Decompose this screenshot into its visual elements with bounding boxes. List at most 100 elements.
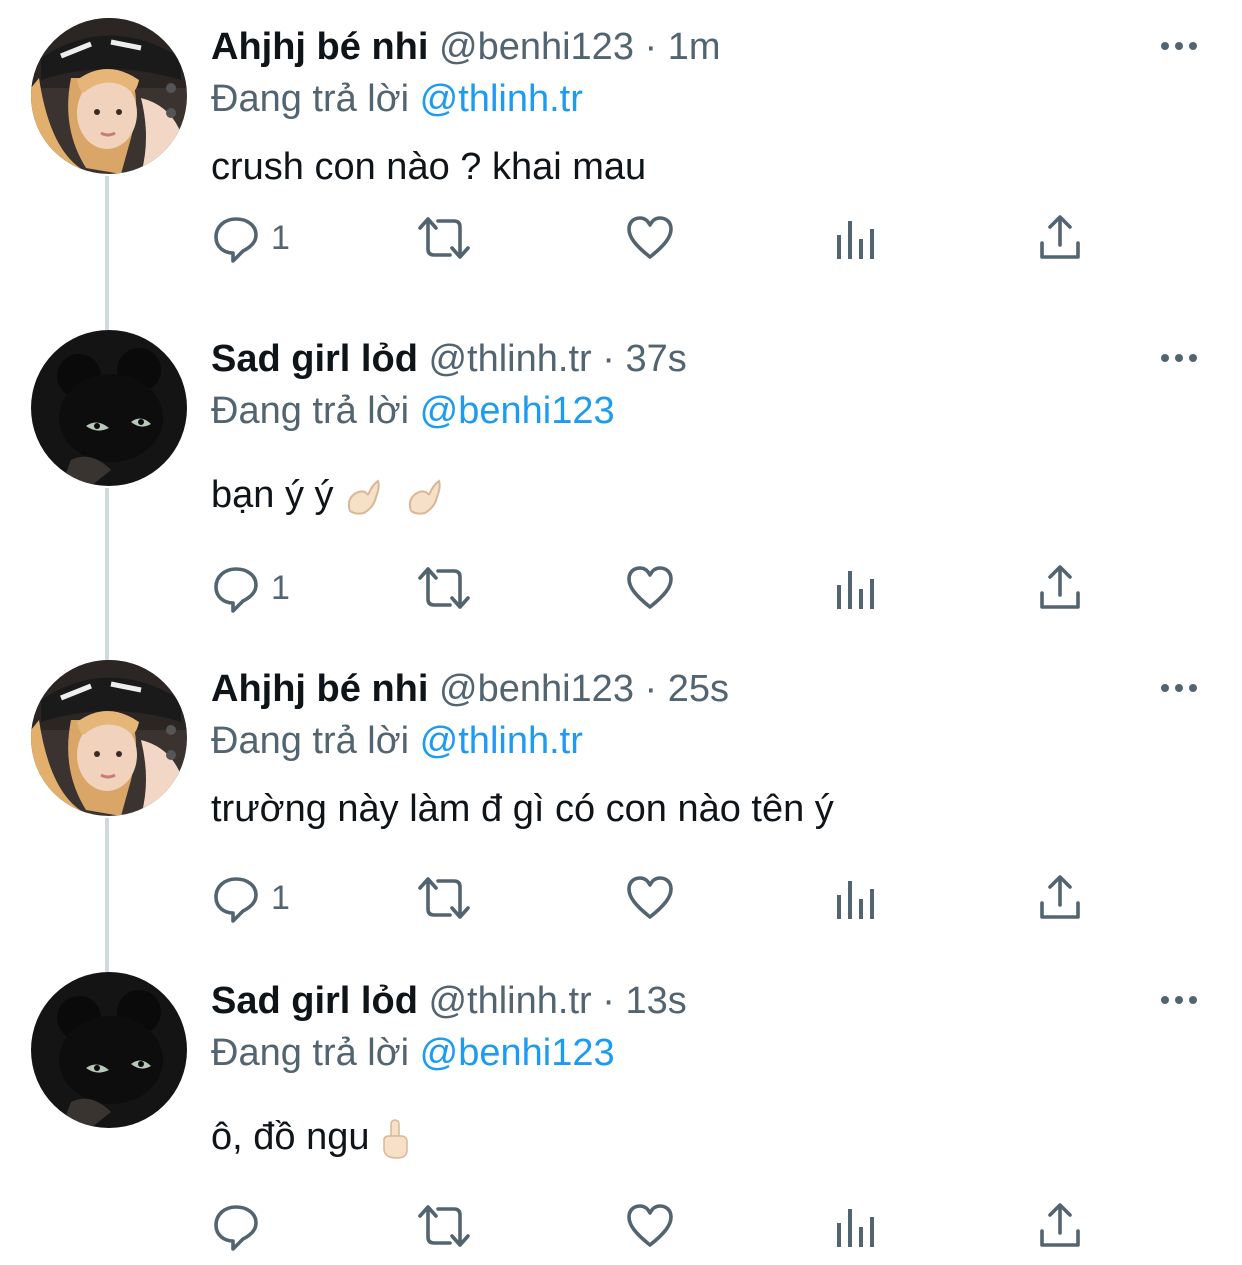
- like-button[interactable]: [625, 560, 675, 616]
- tweet[interactable]: Ahjhj bé nhi @benhi123 · 25s Đang trả lờ…: [0, 642, 1242, 952]
- user-handle[interactable]: @thlinh.tr: [428, 338, 591, 380]
- more-options-icon: [1161, 42, 1197, 50]
- share-icon: [1040, 1203, 1080, 1247]
- mention-link[interactable]: @thlinh.tr: [420, 78, 583, 120]
- reply-count: 1: [271, 569, 290, 607]
- views-button[interactable]: [833, 1198, 877, 1254]
- analytics-icon: [837, 1209, 874, 1247]
- replying-to-label: Đang trả lời: [211, 390, 410, 432]
- tweet-actions: 1: [211, 210, 1111, 266]
- avatar-thlinh-tr[interactable]: [31, 330, 187, 486]
- tweet-actions: [211, 1198, 1111, 1254]
- reply-icon: [214, 217, 258, 263]
- more-options-icon: [1161, 684, 1197, 692]
- more-options-icon: [1161, 354, 1197, 362]
- middle-finger-emoji-icon: [383, 1119, 408, 1159]
- more-options-icon: [1161, 996, 1197, 1004]
- mention-link[interactable]: @benhi123: [420, 1032, 615, 1074]
- more-options-button[interactable]: [1155, 670, 1203, 706]
- retweet-button[interactable]: [416, 560, 472, 616]
- reply-button[interactable]: 1: [211, 870, 290, 926]
- mention-link[interactable]: @thlinh.tr: [420, 720, 583, 762]
- tweet-body: ô, đồ ngu: [211, 1112, 410, 1162]
- meta-separator: ·: [602, 980, 615, 1022]
- display-name[interactable]: Ahjhj bé nhi: [211, 26, 428, 68]
- more-options-button[interactable]: [1155, 340, 1203, 376]
- reply-icon: [214, 1205, 258, 1251]
- retweet-icon: [418, 217, 470, 259]
- reply-icon: [214, 877, 258, 923]
- retweet-button[interactable]: [416, 210, 472, 266]
- views-button[interactable]: [833, 210, 877, 266]
- avatar-thlinh-tr[interactable]: [31, 972, 187, 1128]
- heart-icon: [627, 876, 673, 919]
- tweet-text: bạn ý ý: [211, 474, 334, 516]
- heart-icon: [627, 216, 673, 259]
- user-handle[interactable]: @benhi123: [439, 26, 634, 68]
- like-button[interactable]: [625, 1198, 675, 1254]
- avatar-photo-plush: [31, 330, 187, 486]
- replying-to: Đang trả lời @thlinh.tr: [211, 74, 583, 124]
- mention-link[interactable]: @benhi123: [420, 390, 615, 432]
- tweet-actions: 1: [211, 560, 1111, 616]
- retweet-icon: [418, 567, 470, 609]
- timestamp[interactable]: 37s: [625, 338, 686, 380]
- replying-to-label: Đang trả lời: [211, 78, 410, 120]
- tweet[interactable]: Sad girl lỏd @thlinh.tr · 37s Đang trả l…: [0, 312, 1242, 642]
- tweet[interactable]: Sad girl lỏd @thlinh.tr · 13s Đang trả l…: [0, 954, 1242, 1265]
- timestamp[interactable]: 13s: [625, 980, 686, 1022]
- share-icon: [1040, 565, 1080, 609]
- avatar-benhi123[interactable]: [31, 660, 187, 816]
- tweet-text: crush con nào ? khai mau: [211, 146, 647, 188]
- more-options-button[interactable]: [1155, 982, 1203, 1018]
- display-name[interactable]: Sad girl lỏd: [211, 338, 418, 380]
- reply-count: 1: [271, 219, 290, 257]
- conversation-thread: Ahjhj bé nhi @benhi123 · 1m Đang trả lời…: [0, 0, 1242, 1265]
- reply-icon: [214, 567, 258, 613]
- analytics-icon: [837, 881, 874, 919]
- ok-hand-emoji-icon: [408, 479, 441, 515]
- timestamp[interactable]: 1m: [668, 26, 721, 68]
- analytics-icon: [837, 221, 874, 259]
- avatar-photo-blonde: [31, 660, 187, 816]
- share-button[interactable]: [1037, 1198, 1083, 1254]
- replying-to: Đang trả lời @thlinh.tr: [211, 716, 583, 766]
- retweet-button[interactable]: [416, 870, 472, 926]
- tweet-header: Ahjhj bé nhi @benhi123 · 25s: [211, 664, 729, 714]
- reply-button[interactable]: 1: [211, 210, 290, 266]
- share-button[interactable]: [1037, 210, 1083, 266]
- like-button[interactable]: [625, 210, 675, 266]
- replying-to: Đang trả lời @benhi123: [211, 1028, 615, 1078]
- tweet-header: Sad girl lỏd @thlinh.tr · 13s: [211, 976, 687, 1026]
- share-icon: [1040, 215, 1080, 259]
- share-button[interactable]: [1037, 870, 1083, 926]
- user-handle[interactable]: @thlinh.tr: [428, 980, 591, 1022]
- meta-separator: ·: [644, 26, 658, 68]
- display-name[interactable]: Sad girl lỏd: [211, 980, 418, 1022]
- meta-separator: ·: [644, 668, 658, 710]
- tweet-text: trường này làm đ gì có con nào tên ý: [211, 788, 834, 830]
- display-name[interactable]: Ahjhj bé nhi: [211, 668, 428, 710]
- like-button[interactable]: [625, 870, 675, 926]
- heart-icon: [627, 566, 673, 609]
- views-button[interactable]: [833, 560, 877, 616]
- avatar-photo-blonde: [31, 18, 187, 174]
- replying-to-label: Đang trả lời: [211, 1032, 410, 1074]
- ok-hand-emoji-icon: [347, 479, 380, 515]
- tweet[interactable]: Ahjhj bé nhi @benhi123 · 1m Đang trả lời…: [0, 0, 1242, 310]
- heart-icon: [627, 1204, 673, 1247]
- tweet-header: Sad girl lỏd @thlinh.tr · 37s: [211, 334, 687, 384]
- views-button[interactable]: [833, 870, 877, 926]
- tweet-text: ô, đồ ngu: [211, 1116, 370, 1158]
- share-button[interactable]: [1037, 560, 1083, 616]
- avatar-benhi123[interactable]: [31, 18, 187, 174]
- retweet-button[interactable]: [416, 1198, 472, 1254]
- tweet-header: Ahjhj bé nhi @benhi123 · 1m: [211, 22, 721, 72]
- reply-button[interactable]: 1: [211, 560, 290, 616]
- reply-button[interactable]: [211, 1198, 271, 1254]
- more-options-button[interactable]: [1155, 28, 1203, 64]
- timestamp[interactable]: 25s: [668, 668, 729, 710]
- user-handle[interactable]: @benhi123: [439, 668, 634, 710]
- replying-to-label: Đang trả lời: [211, 720, 410, 762]
- tweet-body: bạn ý ý: [211, 470, 445, 520]
